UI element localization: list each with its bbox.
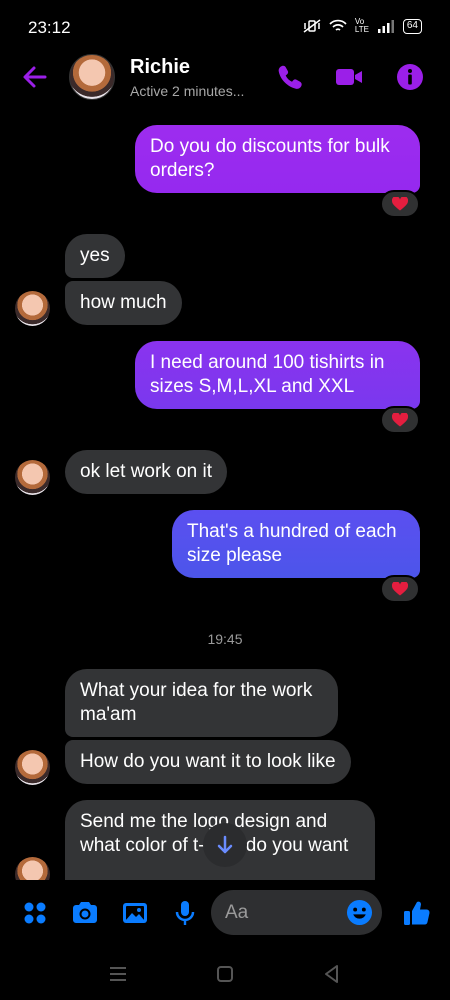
info-icon[interactable] [395,62,425,92]
message-bubble-incoming[interactable]: how much [65,281,182,325]
message-text: I need around 100 tishirts in sizes S,M,… [150,352,385,397]
contact-avatar[interactable] [15,857,50,880]
video-camera-icon[interactable] [334,62,364,92]
message-bubble-incoming[interactable]: ok let work on it [65,450,227,494]
battery-icon: 64 [402,18,422,34]
message-composer [0,888,450,938]
system-navigation-bar [0,950,450,1000]
emoji-icon[interactable] [346,899,373,926]
heart-icon [392,413,408,427]
message-bubble-outgoing[interactable]: I need around 100 tishirts in sizes S,M,… [135,341,420,409]
contact-avatar[interactable] [15,750,50,785]
back-arrow-icon[interactable] [20,62,50,92]
signal-icon [377,20,394,33]
mute-vibrate-icon [303,19,321,33]
contact-avatar[interactable] [69,54,115,100]
message-text: yes [80,245,110,266]
heart-icon [392,582,408,596]
message-bubble-outgoing[interactable]: That's a hundred of each size please [172,510,420,578]
message-input[interactable] [225,890,345,935]
message-text: ok let work on it [80,461,212,482]
message-text: Do you do discounts for bulk orders? [150,136,390,181]
chat-header: Richie Active 2 minutes... [0,52,450,102]
wifi-icon [329,19,347,31]
message-text: What your idea for the work ma'am [80,680,313,725]
contact-status: Active 2 minutes... [130,83,245,99]
status-bar: 23:12 Vo LTE 64 [0,0,450,52]
apps-grid-icon[interactable] [20,898,50,928]
timestamp: 19:45 [207,631,243,647]
arrow-down-icon [217,835,233,854]
message-bubble-incoming[interactable]: How do you want it to look like [65,740,351,784]
reaction-badge[interactable] [380,406,420,434]
status-time: 23:12 [28,18,71,37]
contact-name[interactable]: Richie [130,56,190,79]
gallery-icon[interactable] [120,898,150,928]
message-text: That's a hundred of each size please [187,521,397,566]
microphone-icon[interactable] [170,898,200,928]
message-input-field[interactable] [211,890,382,935]
reaction-badge[interactable] [380,190,420,218]
contact-avatar[interactable] [15,291,50,326]
message-list[interactable]: Do you do discounts for bulk orders? yes… [0,115,450,880]
scroll-to-bottom-button[interactable] [203,823,247,867]
phone-icon[interactable] [275,62,305,92]
message-text: how much [80,292,167,313]
back-icon[interactable] [320,962,344,986]
status-icons: Vo LTE 64 [303,18,422,34]
network-label: Vo LTE [354,17,369,34]
message-text: How do you want it to look like [80,751,336,772]
home-icon[interactable] [213,962,237,986]
contact-avatar[interactable] [15,460,50,495]
message-bubble-outgoing[interactable]: Do you do discounts for bulk orders? [135,125,420,193]
message-bubble-incoming[interactable]: yes [65,234,125,278]
message-bubble-incoming[interactable]: What your idea for the work ma'am [65,669,338,737]
recent-apps-icon[interactable] [106,962,130,986]
reaction-badge[interactable] [380,575,420,603]
heart-icon [392,197,408,211]
camera-icon[interactable] [70,898,100,928]
thumbs-up-icon[interactable] [402,898,432,928]
